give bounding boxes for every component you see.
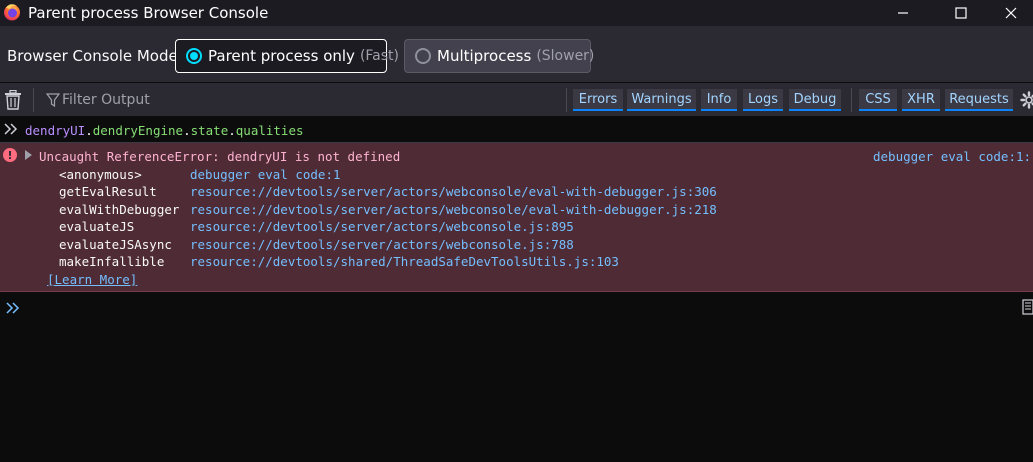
mode-label: Browser Console Mode [7,47,178,65]
minimize-icon[interactable] [880,0,926,26]
code-token: . [85,123,93,138]
stack-frame-location[interactable]: resource://devtools/server/actors/webcon… [190,237,574,252]
echo-code: dendryUI.dendryEngine.state.qualities [25,123,304,138]
filter-warnings-button[interactable]: Warnings [627,89,696,111]
code-token: state [190,123,229,138]
error-icon: ! [3,148,17,162]
code-token: qualities [235,123,304,138]
stack-frame-function: <anonymous> [59,167,142,182]
filter-output-input[interactable] [62,89,542,111]
toolbar-divider [33,88,34,112]
code-token: dendryUI [25,123,86,138]
console-input-area [0,293,1033,462]
filter-debug-button[interactable]: Debug [789,89,841,111]
error-text: Uncaught ReferenceError: dendryUI is not… [39,149,401,164]
filter-requests-button[interactable]: Requests [945,89,1013,111]
stack-frame-function: evaluateJS [59,219,135,234]
code-token: . [183,123,191,138]
close-icon[interactable] [988,0,1033,26]
console-mode-bar: Browser Console Mode Parent process only… [0,26,1033,83]
editor-mode-toggle-icon[interactable] [1022,299,1033,315]
stack-frame-location[interactable]: resource://devtools/server/actors/webcon… [190,219,574,234]
filter-icon [46,93,60,107]
multiprocess-option[interactable]: Multiprocess (Slower) [404,39,595,73]
firefox-logo-icon [4,4,20,21]
radio-selected-icon [186,48,202,64]
error-source-link[interactable]: debugger eval code:1: [873,149,1031,164]
option-label: Multiprocess [437,47,532,65]
title-bar: Parent process Browser Console [0,0,1033,26]
stack-frame-function: evaluateJSAsync [59,237,172,252]
option-hint: (Slower) [536,48,595,64]
filter-logs-button[interactable]: Logs [743,89,783,111]
stack-frame-location[interactable]: resource://devtools/server/actors/webcon… [190,184,717,199]
error-message: ! Uncaught ReferenceError: dendryUI is n… [0,143,1033,292]
filter-errors-button[interactable]: Errors [573,89,623,111]
stack-frame-function: makeInfallible [59,254,165,269]
stack-frame-location[interactable]: resource://devtools/server/actors/webcon… [190,202,717,217]
maximize-icon[interactable] [938,0,984,26]
stack-frame-location[interactable]: resource://devtools/shared/ThreadSafeDev… [190,254,619,269]
code-token: . [228,123,236,138]
double-chevron-icon [6,302,20,314]
code-token: dendryEngine [92,123,184,138]
learn-more-link[interactable]: [Learn More] [47,272,137,287]
filter-css-button[interactable]: CSS [859,89,897,111]
stack-frame-function: evalWithDebugger [59,202,180,217]
window-title: Parent process Browser Console [28,4,269,22]
console-toolbar: Errors Warnings Info Logs Debug CSS XHR … [0,83,1033,117]
console-input-field[interactable] [28,299,1008,319]
stack-frame-function: getEvalResult [59,184,157,199]
parent-process-only-option[interactable]: Parent process only (Fast) [175,39,399,73]
expand-arrow-icon[interactable] [25,150,32,160]
filter-info-button[interactable]: Info [701,89,737,111]
console-input-echo: dendryUI.dendryEngine.state.qualities [0,118,1033,143]
trash-icon[interactable] [4,90,22,110]
option-label: Parent process only [208,47,355,65]
toolbar-divider [566,88,567,112]
gear-icon[interactable] [1020,91,1033,109]
radio-unselected-icon [415,48,431,64]
filter-xhr-button[interactable]: XHR [902,89,940,111]
toolbar-divider [851,88,852,112]
option-hint: (Fast) [359,48,399,64]
stack-frame-location[interactable]: debugger eval code:1 [190,167,341,182]
double-chevron-icon [4,123,18,135]
